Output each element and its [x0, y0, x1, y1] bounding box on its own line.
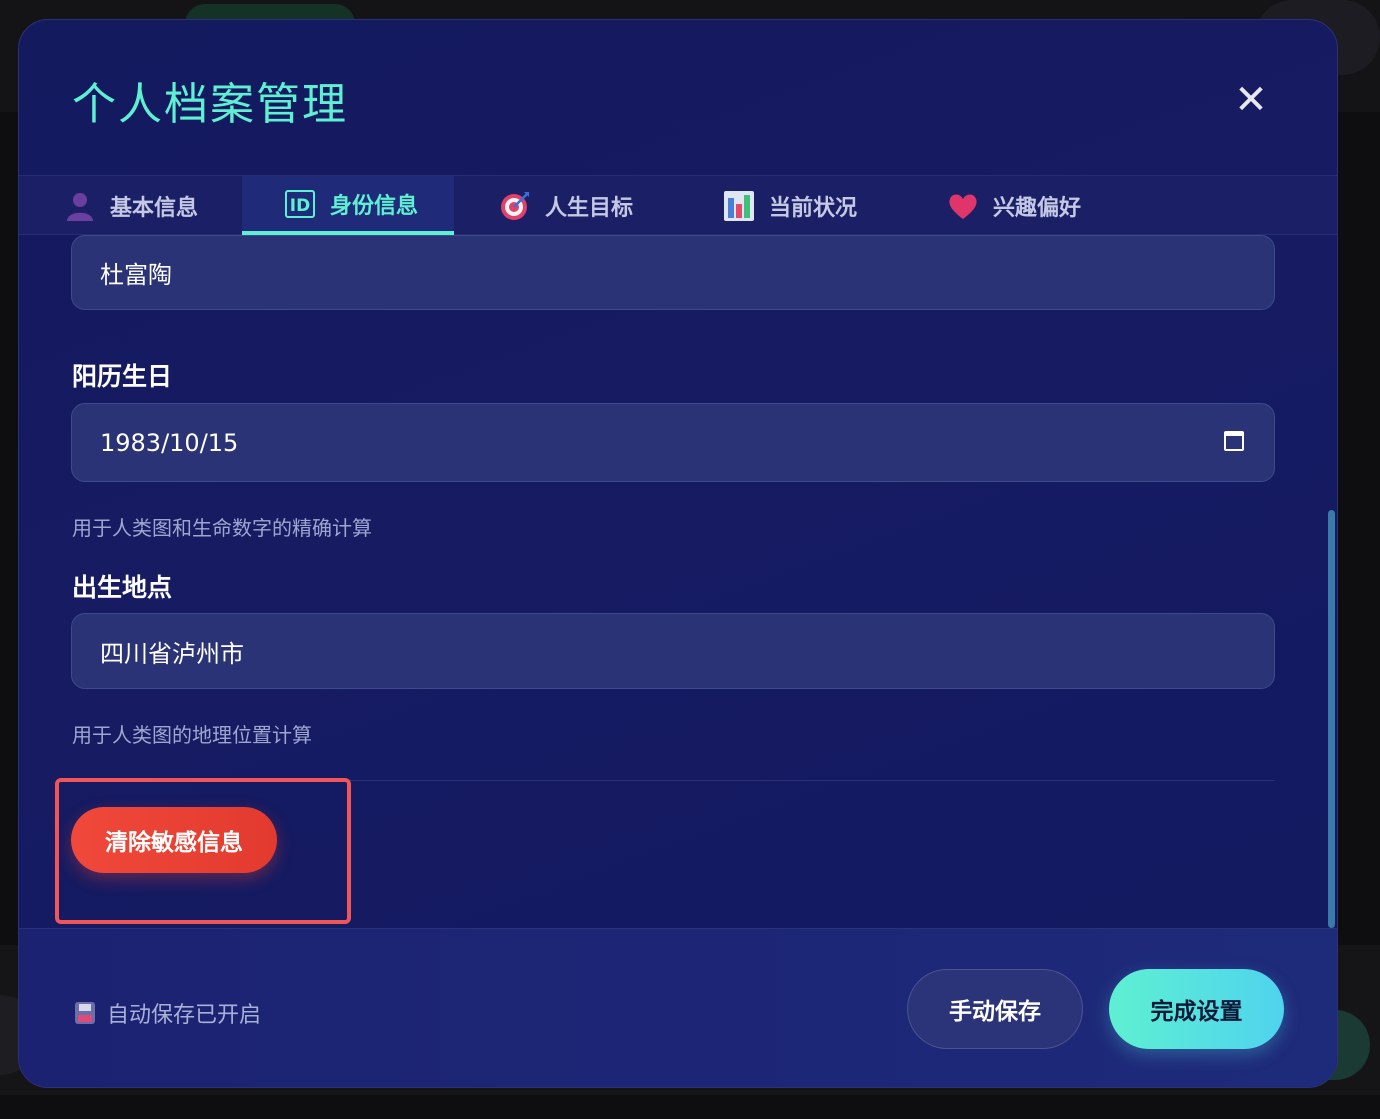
id-icon: ID [284, 188, 316, 220]
tab-basic-info[interactable]: 基本信息 [64, 176, 198, 235]
autosave-text: 自动保存已开启 [107, 1003, 262, 1028]
tab-label: 当前状况 [769, 195, 858, 221]
birthplace-label: 出生地点 [72, 573, 173, 602]
tab-label: 基本信息 [110, 195, 199, 221]
floppy-disk-icon [75, 1002, 95, 1024]
tab-label: 身份信息 [330, 193, 419, 219]
tab-current-status[interactable]: 当前状况 [723, 176, 857, 235]
person-icon [64, 190, 96, 222]
svg-text:ID: ID [290, 196, 310, 216]
tab-label: 兴趣偏好 [993, 195, 1082, 221]
profile-modal: 个人档案管理 ✕ 基本信息 ID 身份信息 人生目标 当前状况 兴趣偏好 杜富陶… [18, 19, 1338, 1088]
modal-title: 个人档案管理 [72, 79, 348, 130]
finish-setup-button[interactable]: 完成设置 [1109, 969, 1284, 1049]
calendar-icon[interactable] [1224, 431, 1244, 451]
tab-label: 人生目标 [545, 195, 634, 221]
scrollbar-thumb[interactable] [1328, 510, 1335, 928]
bar-chart-icon [723, 190, 755, 222]
tab-bar: 基本信息 ID 身份信息 人生目标 当前状况 兴趣偏好 [19, 175, 1337, 235]
target-icon [499, 190, 531, 222]
birthplace-hint: 用于人类图的地理位置计算 [72, 723, 312, 747]
birthplace-field[interactable]: 四川省泸州市 [71, 613, 1275, 689]
birthday-date-field[interactable]: 1983/10/15 [71, 403, 1275, 482]
name-value: 杜富陶 [100, 261, 172, 289]
birthday-hint: 用于人类图和生命数字的精确计算 [72, 516, 372, 540]
autosave-status: 自动保存已开启 [75, 997, 261, 1029]
tab-interests[interactable]: 兴趣偏好 [947, 176, 1081, 235]
name-field[interactable]: 杜富陶 [71, 235, 1275, 310]
form-content: 杜富陶 阳历生日 1983/10/15 用于人类图和生命数字的精确计算 出生地点… [19, 235, 1337, 928]
clear-sensitive-info-button[interactable]: 清除敏感信息 [71, 807, 277, 873]
modal-footer: 自动保存已开启 手动保存 完成设置 [19, 928, 1337, 1087]
heart-icon [947, 190, 979, 222]
birthday-value: 1983/10/15 [100, 428, 239, 457]
tab-identity-info[interactable]: ID 身份信息 [242, 176, 454, 235]
manual-save-button[interactable]: 手动保存 [907, 969, 1083, 1049]
birthday-label: 阳历生日 [72, 362, 173, 391]
tab-life-goals[interactable]: 人生目标 [499, 176, 633, 235]
birthplace-value: 四川省泸州市 [100, 639, 244, 668]
close-icon[interactable]: ✕ [1231, 80, 1271, 120]
